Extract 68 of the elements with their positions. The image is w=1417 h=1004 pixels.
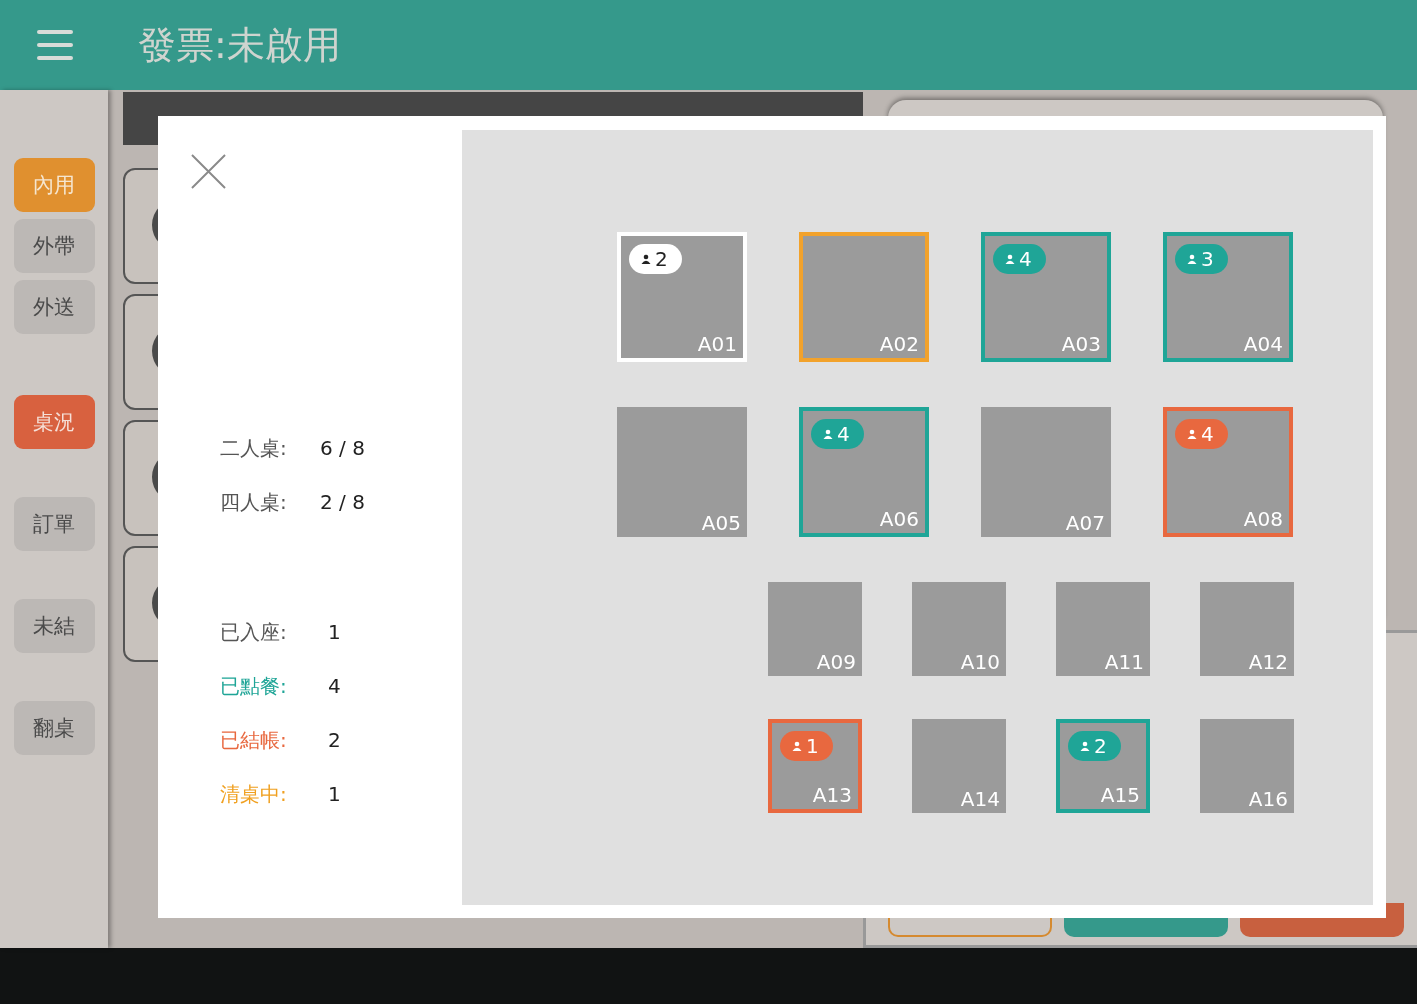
table-tile[interactable]: 2 A15 (1056, 719, 1150, 813)
table-tile[interactable]: 4 A08 (1163, 407, 1293, 537)
table-number: A15 (1100, 783, 1140, 807)
table-tile[interactable]: A12 (1200, 582, 1294, 676)
sidebar-action-button[interactable]: 未結 (13, 599, 95, 653)
sidebar-action-button[interactable]: 訂單 (13, 497, 95, 551)
status-count: 1 (327, 781, 341, 808)
person-icon (792, 741, 802, 751)
table-tile[interactable]: 1 A13 (768, 719, 862, 813)
guest-count-badge: 2 (1068, 731, 1121, 761)
status-label: 已結帳: (220, 727, 288, 754)
table-tile[interactable]: A10 (912, 582, 1006, 676)
table-number: A08 (1243, 507, 1283, 531)
menu-icon[interactable] (37, 30, 73, 60)
status-count: 2 (327, 727, 341, 754)
sidebar-action-button[interactable]: 翻桌 (13, 701, 95, 755)
table-number: A04 (1243, 332, 1283, 356)
status-count: 4 (327, 673, 341, 700)
table-number: A14 (960, 787, 1000, 811)
table-tile[interactable]: A11 (1056, 582, 1150, 676)
person-icon (823, 429, 833, 439)
guest-count-badge: 3 (1175, 244, 1228, 274)
table-number: A07 (1065, 511, 1105, 535)
order-type-button[interactable]: 外送 (13, 280, 95, 334)
person-icon (1187, 254, 1197, 264)
table-number: A09 (816, 650, 856, 674)
guest-count-badge: 4 (1175, 419, 1228, 449)
person-icon (641, 254, 651, 264)
table-number: A10 (960, 650, 1000, 674)
guest-count-badge: 1 (780, 731, 833, 761)
table-number: A11 (1104, 650, 1144, 674)
table-tile[interactable]: 3 A04 (1163, 232, 1293, 362)
table-number: A13 (812, 783, 852, 807)
close-icon[interactable] (191, 154, 226, 189)
capacity-value: 6 / 8 (320, 435, 365, 462)
table-number: A02 (879, 332, 919, 356)
guest-count-badge: 4 (993, 244, 1046, 274)
table-tile[interactable]: 2 A01 (617, 232, 747, 362)
table-number: A01 (697, 332, 737, 356)
table-tile[interactable]: A05 (617, 407, 747, 537)
order-type-button[interactable]: 內用 (13, 158, 95, 212)
table-tile[interactable]: A14 (912, 719, 1006, 813)
table-tile[interactable]: A02 (799, 232, 929, 362)
person-icon (1187, 429, 1197, 439)
order-type-button[interactable]: 外帶 (13, 219, 95, 273)
status-label: 已入座: (220, 619, 288, 646)
invoice-status-title: 發票:未啟用 (138, 21, 341, 69)
capacity-value: 2 / 8 (320, 489, 365, 516)
person-icon (1080, 741, 1090, 751)
table-tile[interactable]: A07 (981, 407, 1111, 537)
table-number: A05 (701, 511, 741, 535)
table-number: A06 (879, 507, 919, 531)
capacity-label: 四人桌: (220, 489, 288, 516)
status-label: 清桌中: (220, 781, 288, 808)
sidebar-action-button[interactable]: 桌況 (13, 395, 95, 449)
table-tile[interactable]: A09 (768, 582, 862, 676)
person-icon (1005, 254, 1015, 264)
guest-count-badge: 4 (811, 419, 864, 449)
table-tile[interactable]: 4 A06 (799, 407, 929, 537)
capacity-label: 二人桌: (220, 435, 288, 462)
table-number: A16 (1248, 787, 1288, 811)
table-number: A12 (1248, 650, 1288, 674)
status-label: 已點餐: (220, 673, 288, 700)
status-count: 1 (327, 619, 341, 646)
table-tile[interactable]: 4 A03 (981, 232, 1111, 362)
guest-count-badge: 2 (629, 244, 682, 274)
table-tile[interactable]: A16 (1200, 719, 1294, 813)
table-number: A03 (1061, 332, 1101, 356)
